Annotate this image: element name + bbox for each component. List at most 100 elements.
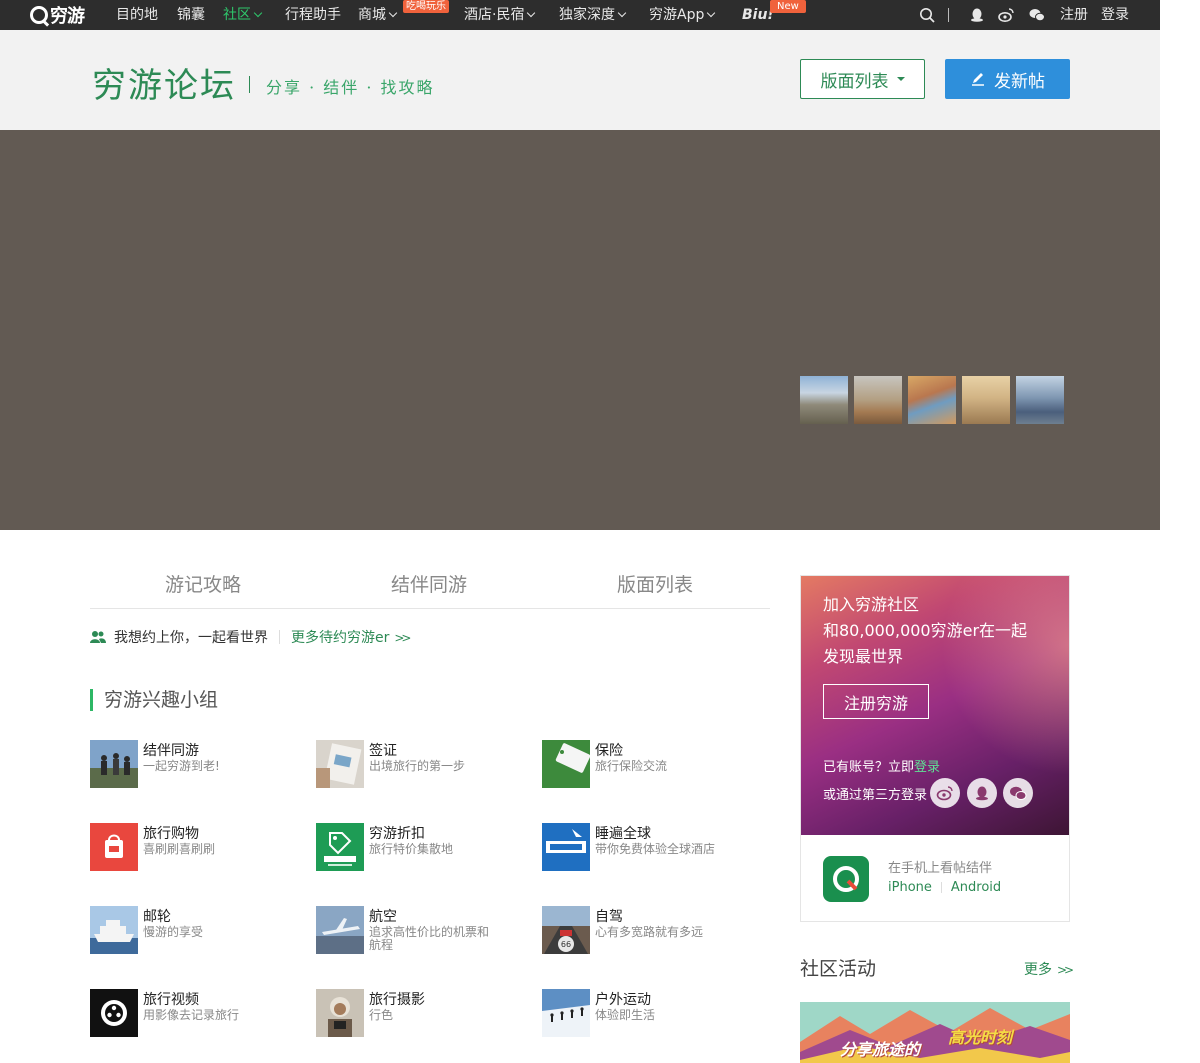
new-post-button[interactable]: 发新帖	[945, 59, 1070, 99]
register-button[interactable]: 注册穷游	[823, 684, 929, 719]
activities-more-link[interactable]: 更多 >>	[1024, 959, 1074, 979]
group-name: 自驾	[595, 909, 623, 925]
join-promo-text: 加入穷游社区 和80,000,000穷游er在一起 发现最世界	[823, 592, 1053, 670]
nav-app[interactable]: 穷游App	[649, 0, 716, 30]
wechat-icon[interactable]	[1029, 7, 1045, 23]
invite-bar: 我想约上你，一起看世界 更多待约穷游er >>	[90, 627, 412, 647]
group-item-photography[interactable]: 旅行摄影 行色	[316, 989, 536, 1037]
group-name: 签证	[369, 743, 397, 759]
nav-destinations[interactable]: 目的地	[116, 0, 158, 30]
title-divider	[249, 76, 250, 93]
group-item-cruise[interactable]: 邮轮 慢游的享受	[90, 906, 310, 954]
nav-exclusive[interactable]: 独家深度	[559, 0, 627, 30]
qq-icon	[976, 786, 988, 801]
more-companions-link[interactable]: 更多待约穷游er >>	[291, 627, 412, 647]
hero-thumbnail-5[interactable]	[1016, 376, 1064, 424]
hero-thumbnail-1[interactable]	[800, 376, 848, 424]
nav-app-label: 穷游App	[649, 7, 705, 23]
join-line-3: 发现最世界	[823, 647, 904, 666]
wechat-login-button[interactable]	[1003, 778, 1033, 808]
group-item-shopping[interactable]: 旅行购物 喜刷刷喜刷刷	[90, 823, 310, 871]
app-download-links: iPhone Android	[888, 880, 1001, 895]
weibo-icon[interactable]	[998, 7, 1014, 23]
activity-banner[interactable]: 分享旅途的 高光时刻	[800, 1002, 1070, 1063]
group-item-visa[interactable]: 签证 出境旅行的第一步	[316, 740, 536, 788]
android-link[interactable]: Android	[951, 880, 1001, 895]
edit-icon	[972, 73, 984, 86]
group-description: 追求高性价比的机票和航程	[369, 925, 490, 952]
app-link-divider	[940, 882, 942, 893]
group-name: 航空	[369, 909, 397, 925]
group-description: 体验即生活	[595, 1008, 656, 1022]
nav-hotels[interactable]: 酒店·民宿	[464, 0, 536, 30]
tab-travel-companions[interactable]: 结伴同游	[316, 570, 542, 597]
group-description: 带你免费体验全球酒店	[595, 842, 716, 856]
double-chevron-right-icon: >>	[394, 631, 411, 645]
nav-mall[interactable]: 商城	[358, 0, 398, 30]
group-item-hotels[interactable]: 睡遍全球 带你免费体验全球酒店	[542, 823, 762, 871]
nav-community[interactable]: 社区	[223, 0, 263, 30]
more-companions-label: 更多待约穷游er	[291, 630, 390, 646]
activities-title: 社区活动	[800, 958, 877, 980]
logo-q-icon	[30, 6, 48, 24]
group-discount-image	[316, 823, 364, 871]
sidebar-login-link[interactable]: 登录	[914, 760, 940, 775]
hero-thumbnail-4[interactable]	[962, 376, 1010, 424]
group-name: 旅行视频	[143, 992, 199, 1008]
mall-badge: 吃喝玩乐	[403, 0, 449, 13]
iphone-link[interactable]: iPhone	[888, 880, 932, 895]
search-icon[interactable]	[919, 7, 935, 23]
site-logo[interactable]: 穷游	[30, 4, 85, 27]
group-item-insurance[interactable]: 保险 旅行保险交流	[542, 740, 762, 788]
group-name: 户外运动	[595, 992, 651, 1008]
group-insurance-image	[542, 740, 590, 788]
weibo-icon	[936, 786, 953, 801]
group-name: 邮轮	[143, 909, 171, 925]
nav-exclusive-label: 独家深度	[559, 7, 615, 23]
group-companions-image	[90, 740, 138, 788]
group-item-companions[interactable]: 结伴同游 一起穷游到老!	[90, 740, 310, 788]
group-description: 一起穷游到老!	[143, 759, 220, 773]
group-aviation-image	[316, 906, 364, 954]
caret-down-icon	[896, 77, 905, 81]
group-item-video[interactable]: 旅行视频 用影像去记录旅行	[90, 989, 310, 1037]
weibo-login-button[interactable]	[930, 778, 960, 808]
tab-board-list[interactable]: 版面列表	[542, 570, 768, 597]
group-item-outdoor[interactable]: 户外运动 体验即生活	[542, 989, 762, 1037]
qyer-app-icon	[833, 866, 859, 892]
qq-icon[interactable]	[969, 7, 985, 23]
tab-travel-notes[interactable]: 游记攻略	[90, 570, 316, 597]
hero-thumbnail-2[interactable]	[854, 376, 902, 424]
join-line-1: 加入穷游社区	[823, 595, 920, 614]
group-item-aviation[interactable]: 航空 追求高性价比的机票和航程	[316, 906, 536, 954]
chevron-down-icon	[707, 8, 716, 18]
group-description: 慢游的享受	[143, 925, 204, 939]
group-item-discount[interactable]: 穷游折扣 旅行特价集散地	[316, 823, 536, 871]
nav-hotels-label: 酒店·民宿	[464, 7, 525, 23]
chevron-down-icon	[388, 8, 398, 18]
group-visa-image	[316, 740, 364, 788]
nav-community-label: 社区	[223, 7, 251, 23]
group-item-roadtrip[interactable]: 66 自驾 心有多宽路就有多远	[542, 906, 762, 954]
hero-thumbnail-3[interactable]	[908, 376, 956, 424]
register-link[interactable]: 注册	[1060, 0, 1088, 30]
group-description: 行色	[369, 1008, 394, 1022]
qq-login-button[interactable]	[967, 778, 997, 808]
app-logo[interactable]	[823, 856, 869, 902]
groups-section-title: 穷游兴趣小组	[90, 689, 218, 711]
group-name: 旅行购物	[143, 826, 199, 842]
forum-header: 穷游论坛 分享 · 结伴 · 找攻略 版面列表 发新帖	[0, 30, 1160, 130]
page-title: 穷游论坛	[92, 66, 236, 106]
group-description: 喜刷刷喜刷刷	[143, 842, 216, 856]
nav-guides[interactable]: 锦囊	[177, 0, 205, 30]
nav-trip-planner[interactable]: 行程助手	[285, 0, 341, 30]
board-list-button[interactable]: 版面列表	[800, 59, 925, 99]
content-tabs: 游记攻略 结伴同游 版面列表	[90, 562, 770, 609]
group-description: 旅行特价集散地	[369, 842, 454, 856]
login-link[interactable]: 登录	[1101, 0, 1129, 30]
activity-banner-text: 分享旅途的	[840, 1040, 921, 1059]
hero-banner	[0, 130, 1160, 530]
group-photography-image	[316, 989, 364, 1037]
group-hotels-image	[542, 823, 590, 871]
board-list-label: 版面列表	[820, 71, 889, 92]
